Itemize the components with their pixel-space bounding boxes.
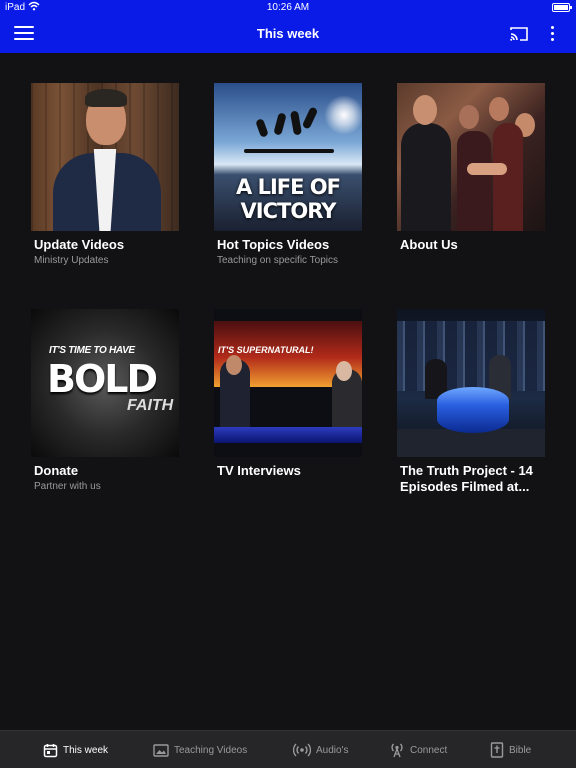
status-time: 10:26 AM (266, 2, 310, 13)
more-vertical-icon (546, 26, 558, 41)
tab-this-week[interactable]: This week (43, 731, 108, 768)
tab-label: This week (63, 744, 109, 756)
tile-title: TV Interviews (217, 463, 301, 478)
tile-thumbnail (31, 83, 179, 231)
tile-the-truth-project[interactable]: The Truth Project - 14 Episodes Filmed a… (397, 309, 547, 495)
tab-label: Audio's (316, 744, 349, 756)
tile-title: Donate (34, 463, 79, 478)
tile-about-us[interactable]: About Us (397, 83, 547, 253)
tab-label: Bible (509, 744, 532, 756)
thumbnail-caption-line3: FAITH (127, 397, 174, 414)
thumbnail-caption-line1: IT'S TIME TO HAVE (49, 345, 135, 356)
bible-icon (490, 742, 504, 758)
status-bar: iPad 10:26 AM (0, 0, 576, 16)
tile-title: The Truth Project - 14 Episodes Filmed a… (400, 463, 533, 494)
cast-icon (510, 27, 528, 41)
tile-hot-topics-videos[interactable]: A LIFE OF VICTORY Hot Topics Videos Teac… (214, 83, 364, 267)
tile-donate[interactable]: IT'S TIME TO HAVE BOLD FAITH Donate Part… (31, 309, 181, 493)
tile-thumbnail (397, 83, 545, 231)
tile-subtitle: Teaching on specific Topics (217, 255, 338, 266)
tile-thumbnail: A LIFE OF VICTORY (214, 83, 362, 231)
thumbnail-caption: A LIFE OF VICTORY (236, 175, 341, 223)
thumbnail-caption-line2: BOLD (47, 357, 158, 401)
thumbnail-caption: IT'S SUPERNATURAL! (218, 345, 314, 355)
tile-tv-interviews[interactable]: IT'S SUPERNATURAL! TV Interviews (214, 309, 364, 479)
page-title: This week (256, 26, 320, 41)
app-header: iPad 10:26 AM This week (0, 0, 576, 53)
calendar-icon (43, 743, 58, 757)
app-root: iPad 10:26 AM This week Update Videos Mi… (0, 0, 576, 768)
tab-connect[interactable]: Connect (389, 731, 447, 768)
bottom-tab-bar: This week Teaching Videos Audio's Connec… (0, 730, 576, 768)
battery-icon (552, 3, 572, 12)
tab-audios[interactable]: Audio's (293, 731, 349, 768)
broadcast-icon (293, 743, 311, 757)
antenna-icon (391, 743, 403, 758)
tile-title: Update Videos (34, 237, 125, 252)
tile-title: About Us (400, 237, 458, 252)
image-icon (153, 743, 169, 757)
tab-label: Connect (410, 744, 448, 756)
tile-update-videos[interactable]: Update Videos Ministry Updates (31, 83, 181, 267)
tile-thumbnail: IT'S SUPERNATURAL! (214, 309, 362, 457)
cast-button[interactable] (509, 26, 529, 42)
tab-label: Teaching Videos (174, 744, 248, 756)
tile-thumbnail (397, 309, 545, 457)
tile-title: Hot Topics Videos (217, 237, 330, 252)
more-options-button[interactable] (546, 25, 558, 43)
tile-subtitle: Ministry Updates (34, 255, 109, 266)
tile-thumbnail: IT'S TIME TO HAVE BOLD FAITH (31, 309, 179, 457)
tile-subtitle: Partner with us (34, 481, 101, 492)
tab-bible[interactable]: Bible (490, 731, 531, 768)
tab-teaching-videos[interactable]: Teaching Videos (153, 731, 247, 768)
